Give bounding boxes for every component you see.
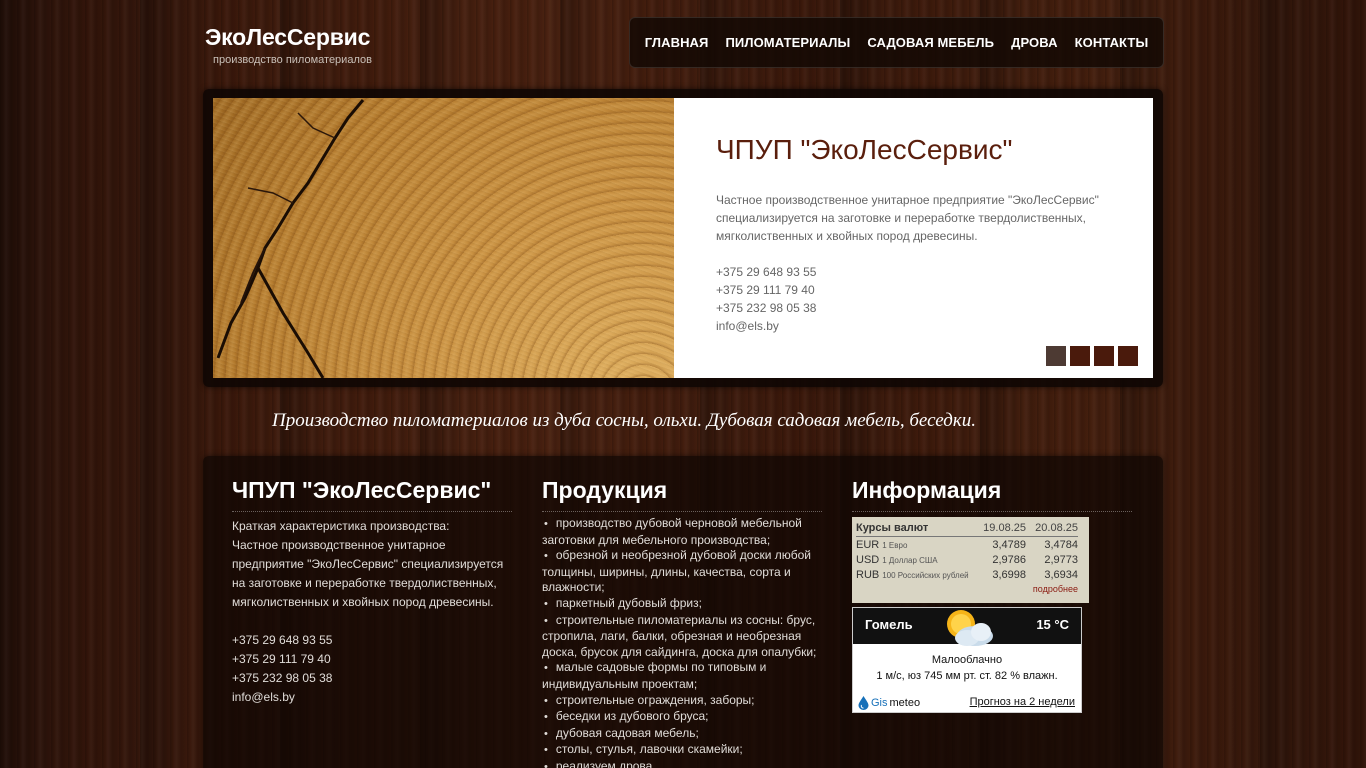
slide-description: Частное производственное унитарное предп…	[716, 193, 1099, 243]
slider-dot-3[interactable]	[1094, 346, 1114, 366]
slide-phone: +375 29 648 93 55	[716, 265, 817, 279]
slide-panel: ЧПУП "ЭкоЛесСервис" Частное производстве…	[674, 98, 1153, 378]
slide-contacts: +375 29 648 93 55 +375 29 111 79 40 +375…	[716, 263, 816, 335]
main-tagline: Производство пиломатериалов из дуба сосн…	[272, 410, 976, 431]
about-email[interactable]: info@els.by	[232, 688, 517, 707]
nav-item-contacts[interactable]: КОНТАКТЫ	[1075, 35, 1149, 50]
slide-title: ЧПУП "ЭкоЛесСервис"	[716, 134, 1013, 165]
about-title: ЧПУП "ЭкоЛесСервис"	[232, 477, 492, 503]
about-phone: +375 29 648 93 55	[232, 633, 333, 647]
currency-name: 1 Евро	[882, 541, 908, 550]
site-title[interactable]: ЭкоЛесСервис	[205, 24, 370, 51]
weather-header: Гомель 15 °C	[853, 608, 1081, 646]
about-phone: +375 29 111 79 40	[232, 652, 331, 666]
currency-code: USD	[856, 554, 880, 566]
nav-item-firewood[interactable]: ДРОВА	[1011, 35, 1058, 50]
about-phone: +375 232 98 05 38	[232, 671, 333, 685]
info-title: Информация	[852, 477, 1002, 503]
products-list: производство дубовой черновой мебельной …	[542, 516, 824, 768]
about-text: Краткая характеристика производства: Час…	[232, 517, 517, 707]
currency-rate-2: 2,9773	[1044, 554, 1078, 566]
currency-rate-1: 2,9786	[992, 554, 1026, 566]
list-item: столы, стулья, лавочки скамейки;	[542, 742, 824, 759]
about-intro: Краткая характеристика производства:	[232, 519, 450, 533]
currency-rate-2: 3,6934	[1044, 569, 1078, 581]
currency-rate-1: 3,6998	[992, 569, 1026, 581]
products-divider	[542, 511, 822, 512]
products-title: Продукция	[542, 477, 668, 503]
nav-item-garden-furniture[interactable]: САДОВАЯ МЕБЕЛЬ	[867, 35, 994, 50]
about-description: Частное производственное унитарное предп…	[232, 538, 504, 609]
brand-meteo: meteo	[889, 697, 921, 709]
currency-name: 1 Доллар США	[882, 556, 938, 565]
currency-row: RUB 100 Российских рублей 3,6998 3,6934	[856, 569, 1078, 584]
nav-item-lumber[interactable]: ПИЛОМАТЕРИАЛЫ	[725, 35, 850, 50]
slider-dot-1[interactable]	[1046, 346, 1066, 366]
currency-more-link[interactable]: подробнее	[1033, 584, 1078, 594]
slide-phone: +375 232 98 05 38	[716, 301, 817, 315]
list-item: производство дубовой черновой мебельной …	[542, 516, 824, 548]
slider-dot-4[interactable]	[1118, 346, 1138, 366]
weather-details: 1 м/с, юз 745 мм рт. ст. 82 % влажн.	[876, 670, 1058, 682]
currency-row: USD 1 Доллар США 2,9786 2,9773	[856, 554, 1078, 569]
list-item: дубовая садовая мебель;	[542, 726, 824, 743]
brand-gis: Gis	[871, 697, 888, 709]
slider-pagination	[1046, 346, 1138, 366]
currency-rate-2: 3,4784	[1044, 539, 1078, 551]
currency-heading: Курсы валют	[856, 522, 929, 534]
list-item: беседки из дубового бруса;	[542, 709, 824, 726]
list-item: реализуем дрова	[542, 759, 824, 768]
currency-header: Курсы валют 19.08.25 20.08.25	[856, 522, 1078, 537]
currency-row: EUR 1 Евро 3,4789 3,4784	[856, 539, 1078, 554]
site-tagline: производство пиломатериалов	[213, 54, 372, 66]
slide-email[interactable]: info@els.by	[716, 317, 816, 335]
currency-name: 100 Российских рублей	[882, 571, 969, 580]
slide-phone: +375 29 111 79 40	[716, 283, 815, 297]
list-item: строительные пиломатериалы из сосны: бру…	[542, 613, 824, 661]
nav-item-home[interactable]: ГЛАВНАЯ	[645, 35, 709, 50]
slider-dot-2[interactable]	[1070, 346, 1090, 366]
water-drop-icon	[858, 696, 869, 710]
gismeteo-logo[interactable]: Gis meteo	[858, 696, 920, 710]
currency-date-1: 19.08.25	[983, 522, 1026, 534]
weather-condition: Малооблачно	[931, 654, 1003, 666]
list-item: малые садовые формы по типовым и индивид…	[542, 660, 824, 692]
slider-image-wood-cut	[213, 98, 674, 378]
list-item: строительные ограждения, заборы;	[542, 693, 824, 710]
forecast-link[interactable]: Прогноз на 2 недели	[970, 696, 1075, 708]
currency-code: EUR	[856, 539, 880, 551]
list-item: обрезной и необрезной дубовой доски любо…	[542, 548, 824, 596]
about-divider	[232, 511, 512, 512]
list-item: паркетный дубовый фриз;	[542, 596, 824, 613]
info-divider	[852, 511, 1132, 512]
partly-cloudy-icon	[947, 610, 993, 646]
weather-temperature: 15 °C	[1036, 617, 1069, 632]
currency-code: RUB	[856, 569, 880, 581]
currency-widget: Курсы валют 19.08.25 20.08.25 EUR 1 Евро …	[852, 517, 1089, 603]
currency-rate-1: 3,4789	[992, 539, 1026, 551]
main-nav: ГЛАВНАЯ ПИЛОМАТЕРИАЛЫ САДОВАЯ МЕБЕЛЬ ДРО…	[629, 17, 1164, 68]
currency-date-2: 20.08.25	[1035, 522, 1078, 534]
weather-city[interactable]: Гомель	[865, 617, 913, 632]
weather-widget: Гомель 15 °C Малооблачно 1 м/с, юз 745 м…	[852, 607, 1082, 713]
